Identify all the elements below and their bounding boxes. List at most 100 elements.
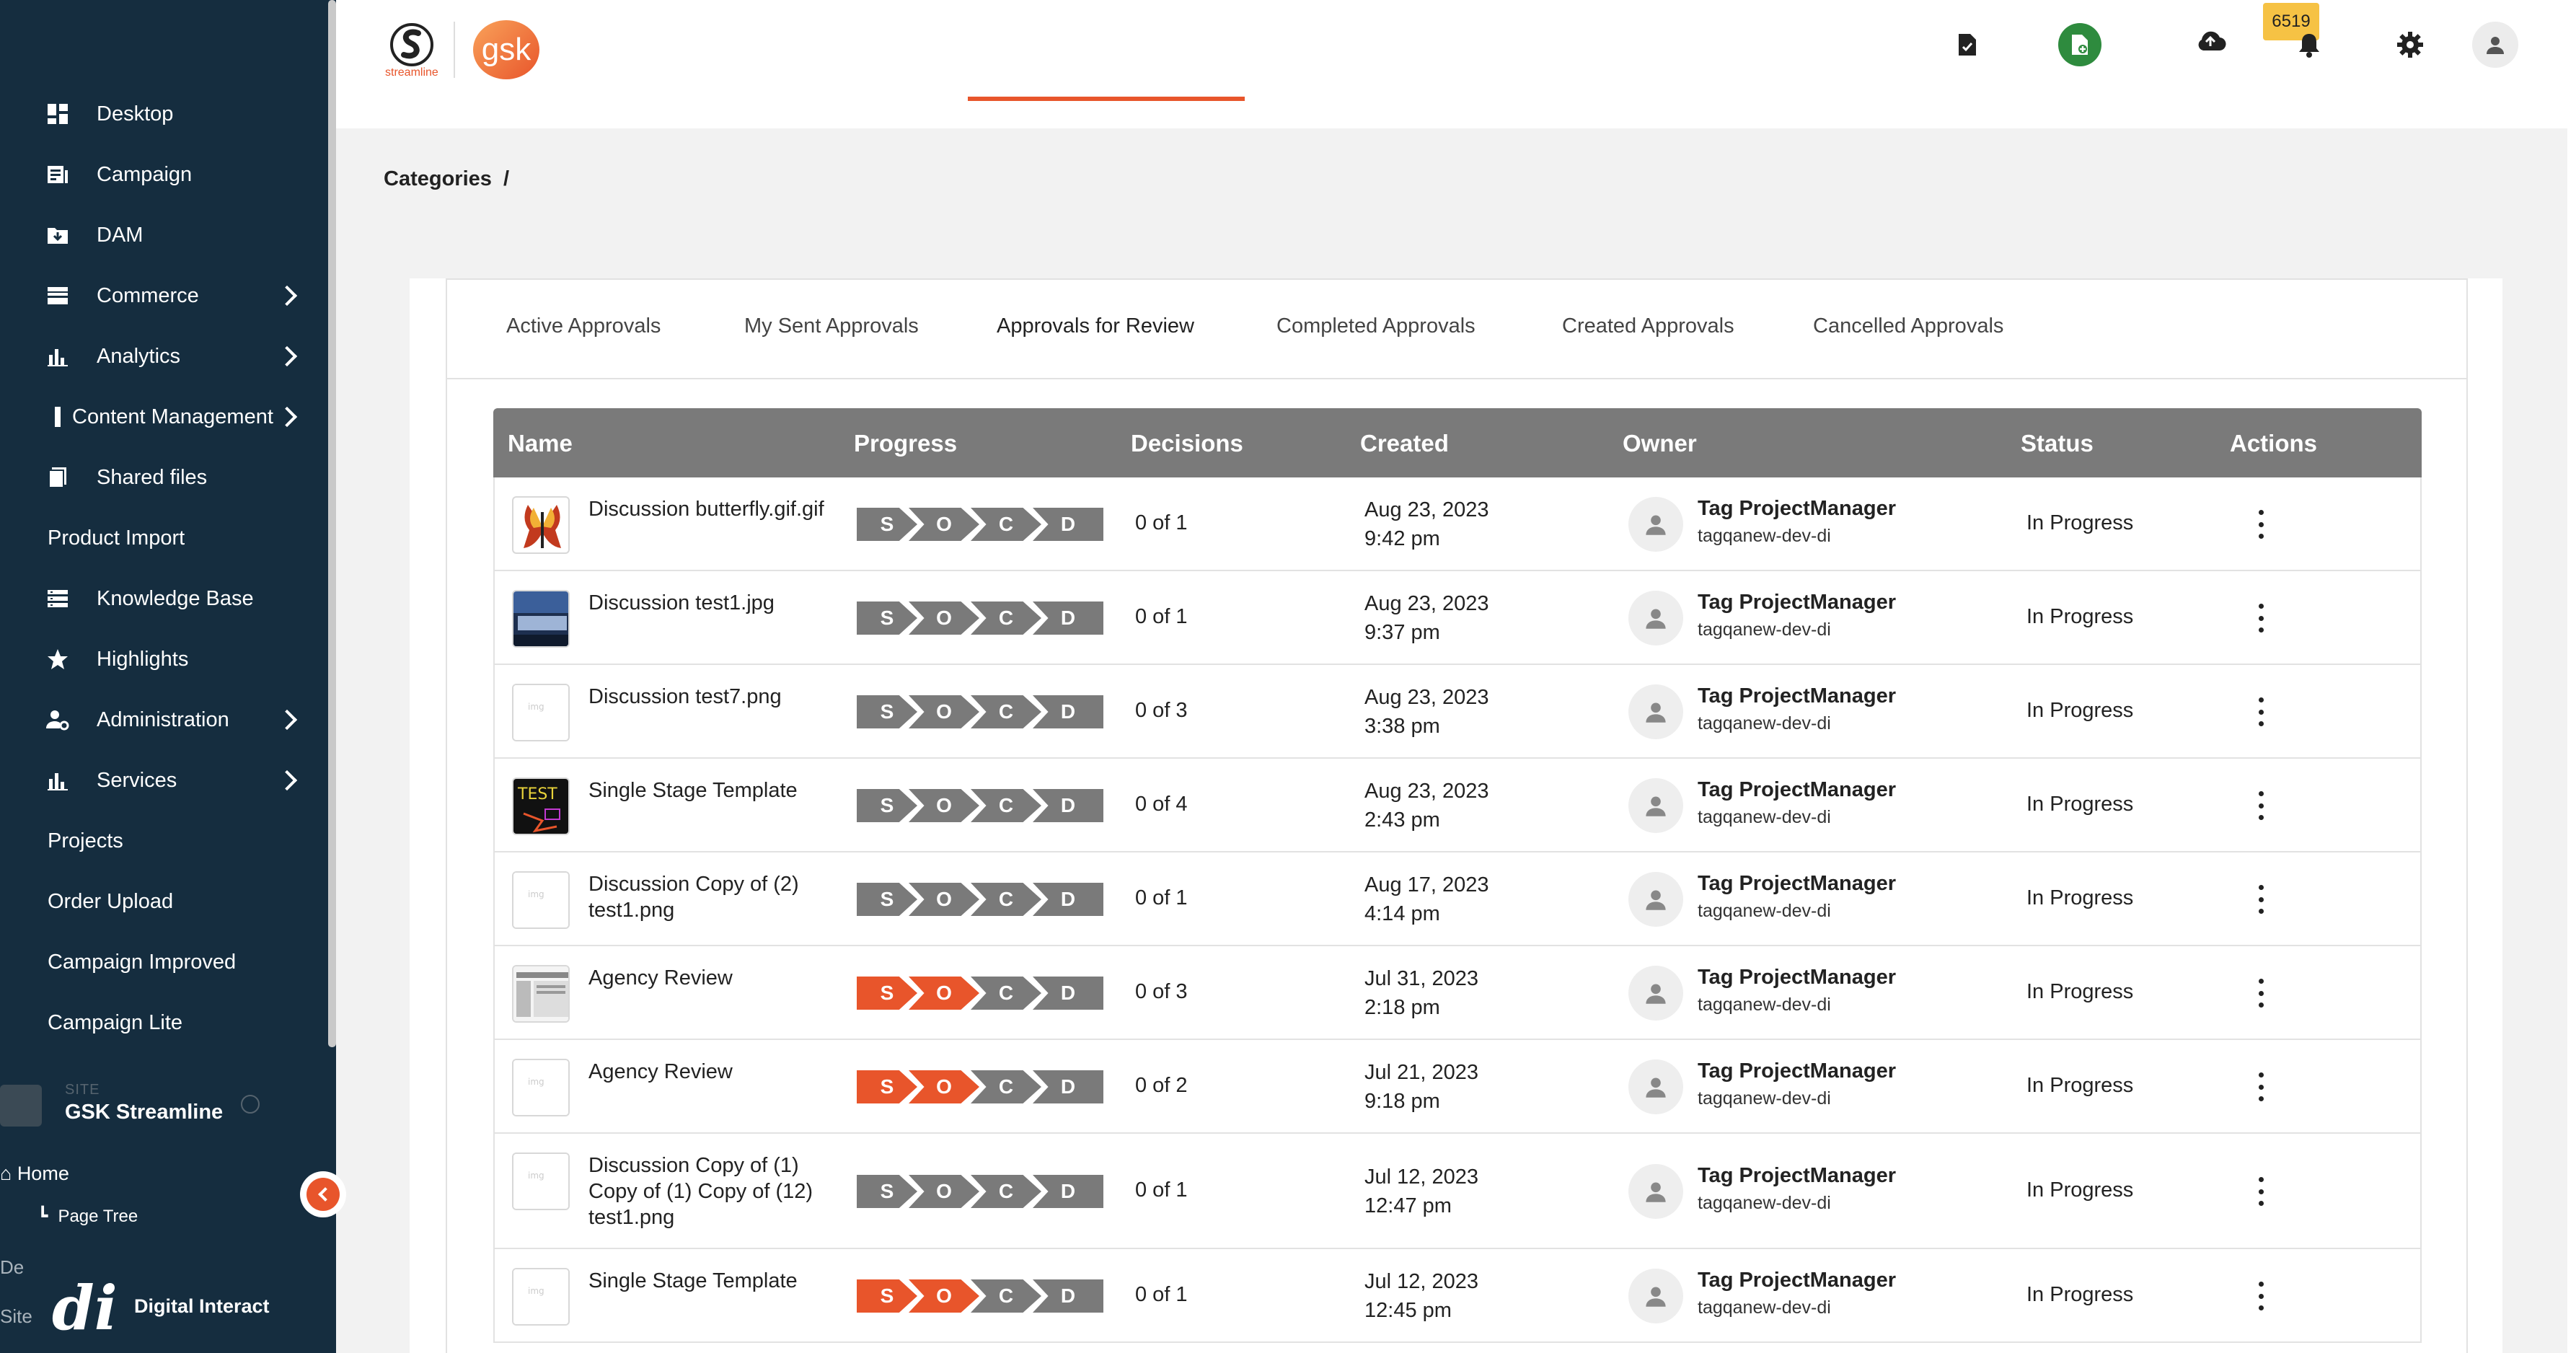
tab-cancelled-approvals[interactable]: Cancelled Approvals — [1813, 314, 2003, 338]
created-date: Aug 23, 2023 9:42 pm — [1364, 495, 1489, 553]
sidebar-item-label: Services — [97, 768, 177, 792]
site-edit-icon[interactable] — [241, 1095, 260, 1114]
asset-thumbnail[interactable] — [512, 496, 570, 554]
sidebar-item-campaign-lite[interactable]: Campaign Lite — [0, 992, 317, 1053]
approval-name[interactable]: Discussion test7.png — [588, 684, 834, 710]
column-header-created[interactable]: Created — [1360, 430, 1449, 457]
tab-my-sent-approvals[interactable]: My Sent Approvals — [744, 314, 919, 338]
tab-approvals-for-review[interactable]: Approvals for Review — [997, 314, 1194, 338]
approval-name[interactable]: Discussion butterfly.gif.gif — [588, 496, 834, 522]
created-time: 3:38 pm — [1364, 715, 1440, 738]
decisions-count: 0 of 4 — [1135, 793, 1188, 816]
owner-username: tagqanew-dev-di — [1698, 1297, 1831, 1318]
stage-c: C — [971, 883, 1041, 916]
more-actions-icon[interactable] — [2250, 510, 2272, 539]
owner-username: tagqanew-dev-di — [1698, 1088, 1831, 1109]
chevron-right-icon[interactable] — [276, 709, 298, 731]
more-actions-icon[interactable] — [2250, 1177, 2272, 1206]
chevron-right-icon[interactable] — [276, 345, 298, 367]
approval-name[interactable]: Single Stage Template — [588, 777, 834, 803]
owner-avatar-icon — [1628, 591, 1683, 645]
task-document-icon[interactable] — [1953, 30, 1982, 59]
asset-thumbnail[interactable]: img — [512, 871, 570, 929]
sidebar-item-shared-files[interactable]: Shared files — [0, 447, 317, 508]
tab-completed-approvals[interactable]: Completed Approvals — [1276, 314, 1476, 338]
sidebar-item-projects[interactable]: Projects — [0, 811, 317, 871]
approval-name[interactable]: Discussion Copy of (2) test1.png — [588, 871, 834, 923]
table-row[interactable]: img Discussion test7.png S O C D 0 of 3 Aug 23,… — [493, 665, 2422, 759]
approval-name[interactable]: Single Stage Template — [588, 1268, 834, 1294]
new-document-icon[interactable] — [2058, 23, 2101, 66]
sidebar-item-label: Content Management — [72, 405, 273, 428]
sidebar-item-analytics[interactable]: Analytics — [0, 326, 317, 387]
more-actions-icon[interactable] — [2250, 1282, 2272, 1310]
tab-created-approvals[interactable]: Created Approvals — [1562, 314, 1734, 338]
sidebar-item-campaign-improved[interactable]: Campaign Improved — [0, 932, 317, 992]
asset-thumbnail[interactable]: img — [512, 1153, 570, 1210]
more-actions-icon[interactable] — [2250, 697, 2272, 726]
sidebar-item-knowledge-base[interactable]: Knowledge Base — [0, 568, 317, 629]
star-icon — [45, 646, 71, 672]
approval-name[interactable]: Discussion Copy of (1) Copy of (1) Copy … — [588, 1153, 834, 1230]
sidebar-item-desktop[interactable]: Desktop — [0, 84, 317, 144]
progress-stages: SOCD — [857, 883, 1103, 916]
page-scrollbar[interactable] — [2567, 0, 2576, 1353]
asset-thumbnail[interactable] — [512, 965, 570, 1023]
sidebar-item-order-upload[interactable]: Order Upload — [0, 871, 317, 932]
tree-item-home[interactable]: ⌂ Home — [0, 1163, 69, 1185]
approval-name[interactable]: Agency Review — [588, 965, 834, 991]
chevron-right-icon[interactable] — [276, 285, 298, 307]
more-actions-icon[interactable] — [2250, 791, 2272, 820]
sidebar-scrollbar[interactable] — [328, 0, 336, 1047]
table-row[interactable]: TEST Single Stage Template S O C D 0 of 4 Aug 2… — [493, 759, 2422, 852]
more-actions-icon[interactable] — [2250, 979, 2272, 1008]
table-row[interactable]: img Single Stage Template S O C D 0 of 1 Jul 12… — [493, 1249, 2422, 1343]
asset-thumbnail[interactable] — [512, 590, 570, 648]
column-header-name[interactable]: Name — [508, 430, 573, 457]
column-header-progress[interactable]: Progress — [854, 430, 957, 457]
site-selector[interactable]: SITE GSK Streamline — [0, 1076, 317, 1134]
table-row[interactable]: img Agency Review S O C D 0 of 2 Jul 21, 2023 9:… — [493, 1040, 2422, 1134]
column-header-owner[interactable]: Owner — [1623, 430, 1697, 457]
sidebar-item-label: Campaign Improved — [48, 950, 237, 974]
stage-s: S — [857, 1070, 917, 1103]
table-row[interactable]: img Discussion Copy of (1) Copy of (1) Co… — [493, 1134, 2422, 1249]
sidebar-item-services[interactable]: Services — [0, 750, 317, 811]
column-header-status[interactable]: Status — [2021, 430, 2094, 457]
table-row[interactable]: Discussion butterfly.gif.gif S O C D 0 of 1 Au… — [493, 477, 2422, 571]
asset-thumbnail[interactable]: img — [512, 1059, 570, 1116]
more-actions-icon[interactable] — [2250, 604, 2272, 633]
gear-icon[interactable] — [2394, 29, 2426, 61]
user-avatar-icon[interactable] — [2472, 22, 2518, 68]
tree-item-page-tree[interactable]: ┗ Page Tree — [38, 1206, 138, 1227]
sidebar-item-highlights[interactable]: Highlights — [0, 629, 317, 689]
sidebar-item-administration[interactable]: Administration — [0, 689, 317, 750]
chevron-right-icon[interactable] — [276, 406, 298, 428]
breadcrumb-categories[interactable]: Categories — [384, 167, 492, 191]
sidebar-item-content-management[interactable]: Content Management — [0, 387, 317, 447]
created-date: Aug 23, 2023 2:43 pm — [1364, 777, 1489, 834]
sidebar-item-product-import[interactable]: Product Import — [0, 508, 317, 568]
approval-name[interactable]: Agency Review — [588, 1059, 834, 1085]
progress-stages: SOCD — [857, 1279, 1103, 1313]
more-actions-icon[interactable] — [2250, 1072, 2272, 1101]
progress-stages: SOCD — [857, 601, 1103, 635]
approval-name[interactable]: Discussion test1.jpg — [588, 590, 834, 616]
table-row[interactable]: img Discussion Copy of (2) test1.png S O C D 0… — [493, 852, 2422, 946]
asset-thumbnail[interactable]: img — [512, 1268, 570, 1326]
sidebar-item-dam[interactable]: DAM — [0, 205, 317, 265]
more-actions-icon[interactable] — [2250, 885, 2272, 914]
bell-icon[interactable] — [2295, 30, 2324, 59]
column-header-decisions[interactable]: Decisions — [1131, 430, 1243, 457]
collapse-sidebar-button[interactable] — [300, 1171, 346, 1217]
asset-thumbnail[interactable]: img — [512, 684, 570, 741]
chevron-right-icon[interactable] — [276, 770, 298, 791]
table-row[interactable]: Agency Review S O C D 0 of 3 Jul 31, 2023 2:18 … — [493, 946, 2422, 1040]
table-row[interactable]: Discussion test1.jpg S O C D 0 of 1 Aug 23, 20… — [493, 571, 2422, 665]
sidebar-item-commerce[interactable]: Commerce — [0, 265, 317, 326]
stage-s: S — [857, 977, 917, 1010]
sidebar-item-campaign[interactable]: Campaign — [0, 144, 317, 205]
tab-active-approvals[interactable]: Active Approvals — [506, 314, 661, 338]
cloud-upload-icon[interactable] — [2194, 25, 2227, 58]
asset-thumbnail[interactable]: TEST — [512, 777, 570, 835]
